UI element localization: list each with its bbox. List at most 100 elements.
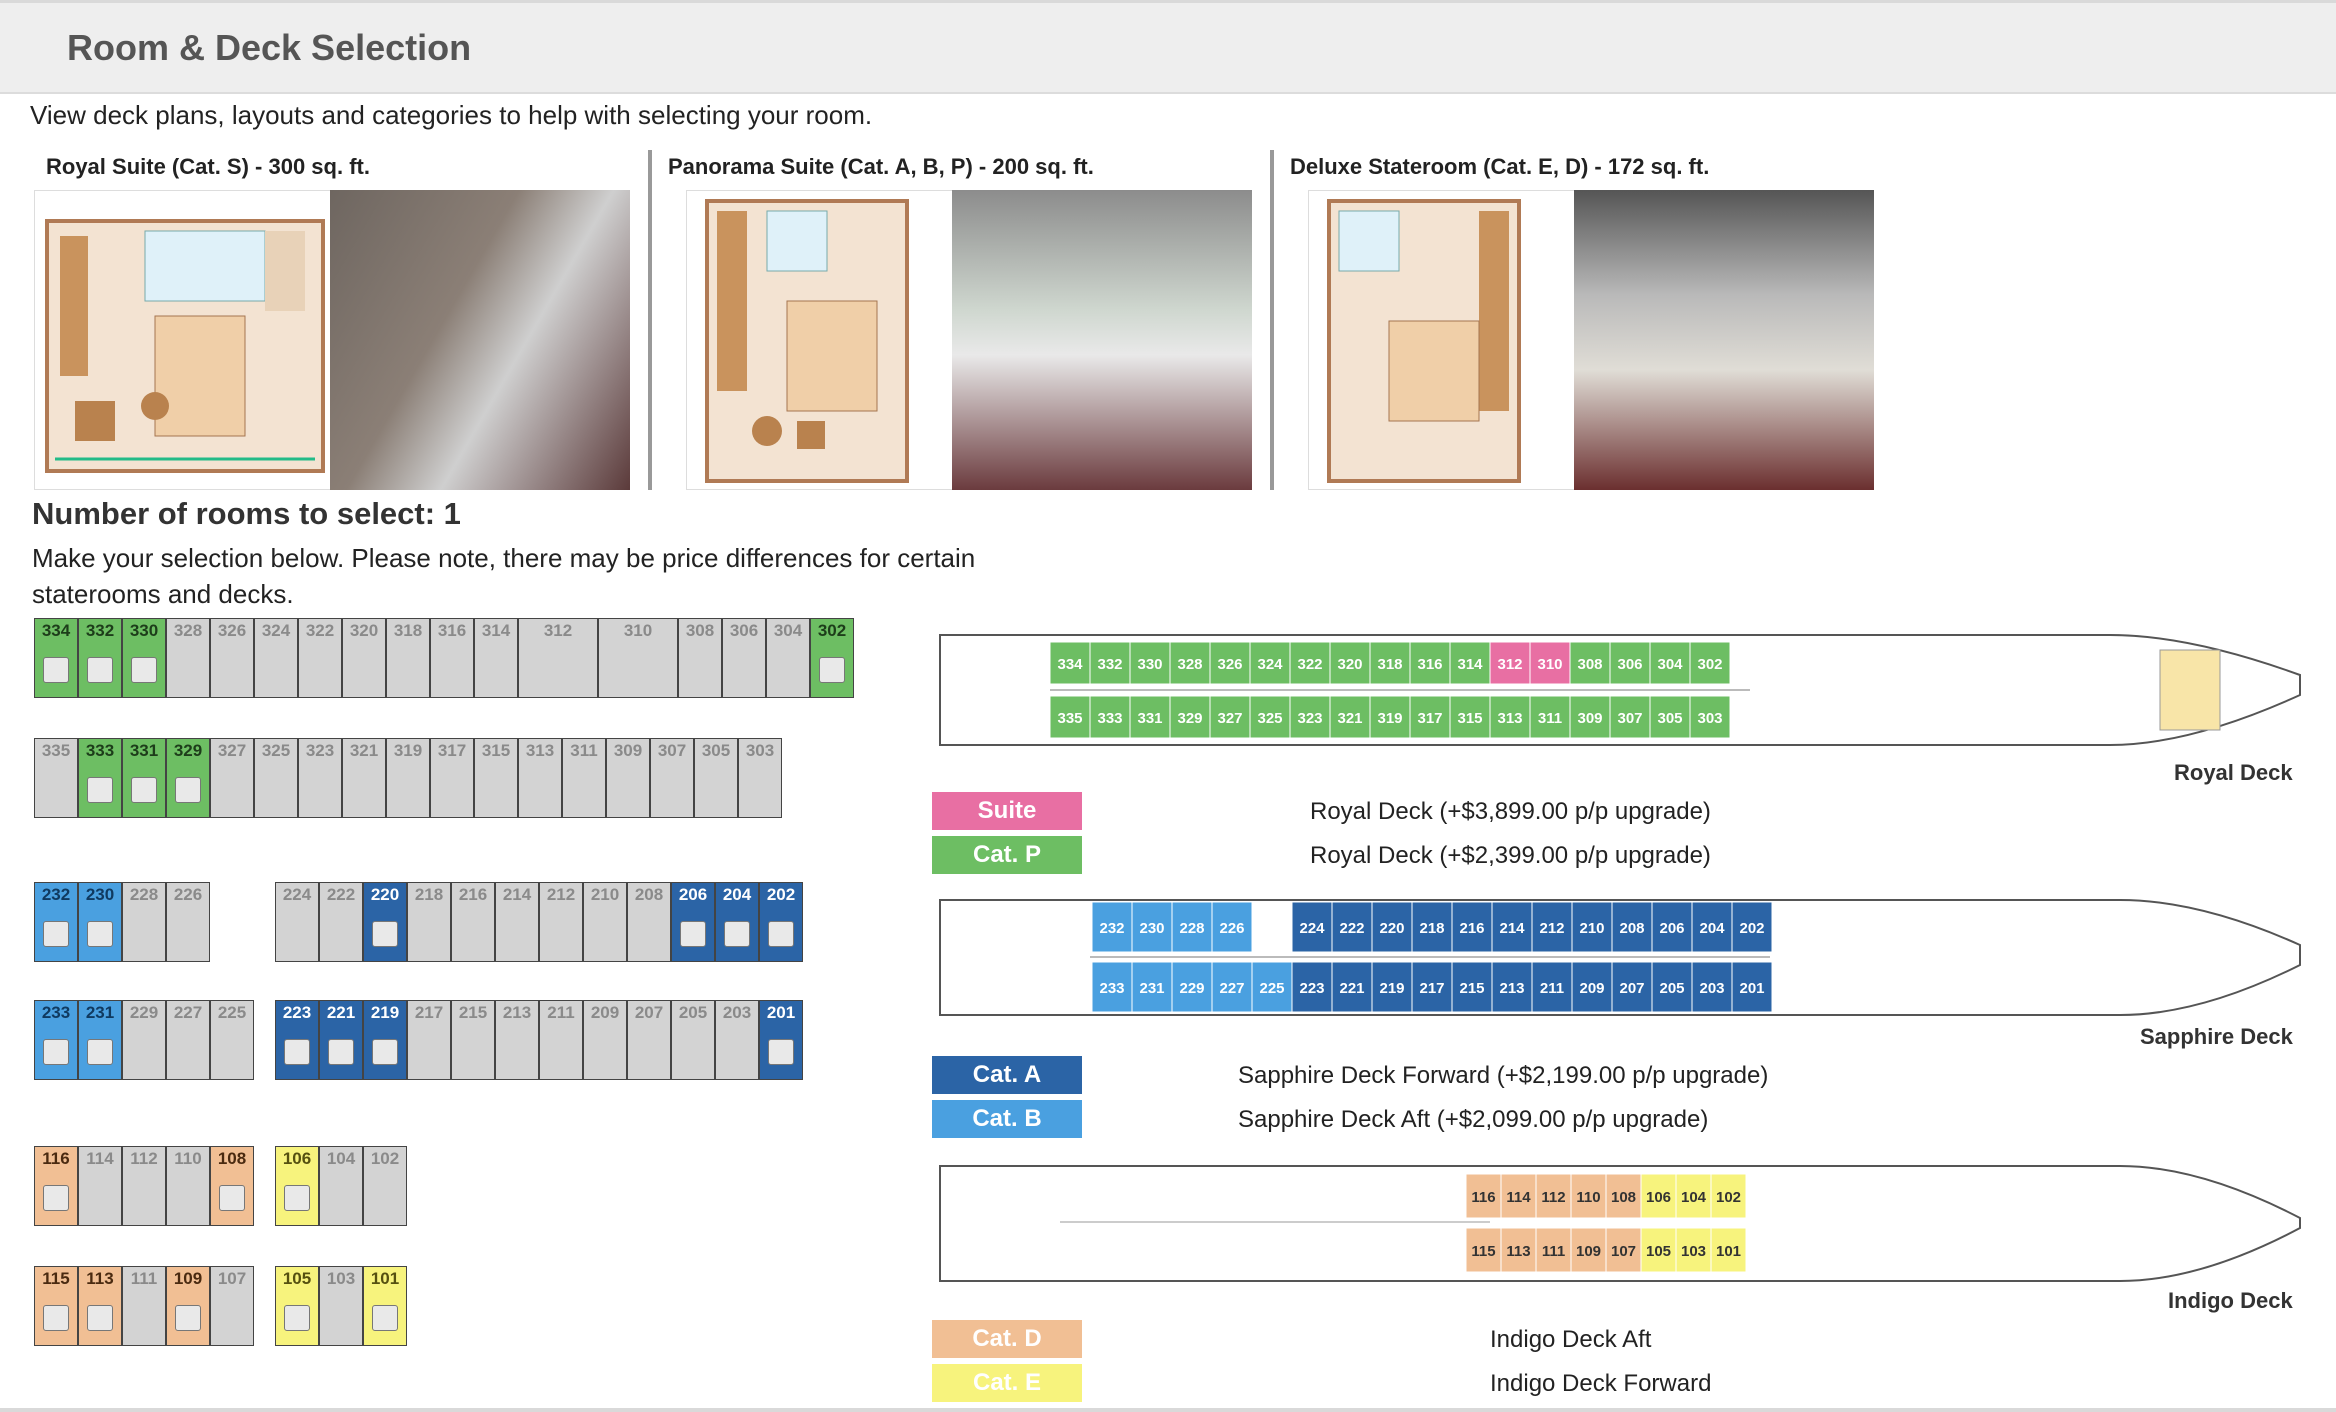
select-checkbox[interactable] (724, 921, 750, 947)
select-checkbox[interactable] (43, 1039, 69, 1065)
cabin-302[interactable]: 302 (810, 618, 854, 698)
select-checkbox[interactable] (219, 1185, 245, 1211)
deck-cabin-number: 203 (1699, 980, 1724, 997)
cabin-231[interactable]: 231 (78, 1000, 122, 1080)
cabin-215: 215 (451, 1000, 495, 1080)
select-checkbox[interactable] (372, 1039, 398, 1065)
cabin-number: 331 (129, 741, 159, 760)
cabin-number: 106 (282, 1149, 312, 1168)
cabin-number: 308 (685, 621, 715, 640)
cabin-number: 102 (370, 1149, 400, 1168)
deck-cabin-number: 309 (1577, 710, 1602, 727)
deck-cabin-number: 112 (1541, 1189, 1565, 1206)
select-checkbox[interactable] (819, 657, 845, 683)
select-checkbox[interactable] (87, 921, 113, 947)
room-royal-suite: Royal Suite (Cat. S) - 300 sq. ft. (32, 150, 652, 490)
select-checkbox[interactable] (43, 657, 69, 683)
cabin-number: 226 (173, 885, 203, 904)
cabin-232[interactable]: 232 (34, 882, 78, 962)
cabin-219[interactable]: 219 (363, 1000, 407, 1080)
cabin-number: 307 (657, 741, 687, 760)
select-checkbox[interactable] (43, 1305, 69, 1331)
cabin-110: 110 (166, 1146, 210, 1226)
deck-cabin-number: 321 (1337, 710, 1362, 727)
cabin-201[interactable]: 201 (759, 1000, 803, 1080)
cabin-108[interactable]: 108 (210, 1146, 254, 1226)
cabin-332[interactable]: 332 (78, 618, 122, 698)
select-checkbox[interactable] (87, 777, 113, 803)
select-checkbox[interactable] (43, 1185, 69, 1211)
select-checkbox[interactable] (87, 1305, 113, 1331)
room-title: Royal Suite (Cat. S) - 300 sq. ft. (46, 154, 370, 179)
deck-cabin-number: 219 (1379, 980, 1404, 997)
cabin-334[interactable]: 334 (34, 618, 78, 698)
cabin-number: 319 (393, 741, 423, 760)
cabin-220[interactable]: 220 (363, 882, 407, 962)
cabin-221[interactable]: 221 (319, 1000, 363, 1080)
floor-plan-image[interactable] (1308, 190, 1608, 490)
select-checkbox[interactable] (680, 921, 706, 947)
select-checkbox[interactable] (43, 921, 69, 947)
floor-plan-image[interactable] (686, 190, 986, 490)
cabin-206[interactable]: 206 (671, 882, 715, 962)
select-checkbox[interactable] (372, 1305, 398, 1331)
cabin-226: 226 (166, 882, 210, 962)
room-photo-image[interactable] (330, 190, 630, 490)
room-photo-image[interactable] (1574, 190, 1874, 490)
cabin-116[interactable]: 116 (34, 1146, 78, 1226)
cabin-number: 228 (129, 885, 159, 904)
floor-plan-image[interactable] (34, 190, 334, 490)
room-photo-image[interactable] (952, 190, 1252, 490)
deck-cabin-number: 225 (1259, 980, 1284, 997)
cabin-109[interactable]: 109 (166, 1266, 210, 1346)
select-checkbox[interactable] (87, 657, 113, 683)
select-checkbox[interactable] (328, 1039, 354, 1065)
cabin-105[interactable]: 105 (275, 1266, 319, 1346)
cabin-204[interactable]: 204 (715, 882, 759, 962)
select-checkbox[interactable] (175, 1305, 201, 1331)
cabin-233[interactable]: 233 (34, 1000, 78, 1080)
cabin-225: 225 (210, 1000, 254, 1080)
cabin-number: 225 (217, 1003, 247, 1022)
cabin-330[interactable]: 330 (122, 618, 166, 698)
cabin-202[interactable]: 202 (759, 882, 803, 962)
deck-cabin-number: 335 (1057, 710, 1082, 727)
cabin-102: 102 (363, 1146, 407, 1226)
cabin-number: 304 (773, 621, 803, 640)
cabin-number: 221 (326, 1003, 356, 1022)
cabin-number: 314 (481, 621, 511, 640)
cabin-306: 306 (722, 618, 766, 698)
select-checkbox[interactable] (87, 1039, 113, 1065)
deck-cabin-number: 110 (1576, 1189, 1600, 1206)
select-checkbox[interactable] (372, 921, 398, 947)
select-checkbox[interactable] (284, 1039, 310, 1065)
cabin-number: 207 (634, 1003, 664, 1022)
cabin-number: 222 (326, 885, 356, 904)
cabin-331[interactable]: 331 (122, 738, 166, 818)
cabin-228: 228 (122, 882, 166, 962)
deck-cabin-number: 230 (1139, 920, 1164, 937)
divider (1270, 150, 1274, 490)
cabin-115[interactable]: 115 (34, 1266, 78, 1346)
select-checkbox[interactable] (131, 777, 157, 803)
select-checkbox[interactable] (284, 1305, 310, 1331)
select-checkbox[interactable] (131, 657, 157, 683)
legend-badge: Suite (932, 792, 1082, 830)
cabin-number: 232 (41, 885, 71, 904)
cabin-number: 112 (130, 1149, 158, 1168)
sapphire-deck-plan: 232 230 228 226 224 222 220 218 216 214 212 210 208 2… (939, 899, 2301, 1016)
cabin-101[interactable]: 101 (363, 1266, 407, 1346)
select-checkbox[interactable] (284, 1185, 310, 1211)
deck-cabin-number: 320 (1337, 656, 1362, 673)
cabin-333[interactable]: 333 (78, 738, 122, 818)
cabin-329[interactable]: 329 (166, 738, 210, 818)
select-checkbox[interactable] (175, 777, 201, 803)
cabin-323: 323 (298, 738, 342, 818)
select-checkbox[interactable] (768, 1039, 794, 1065)
cabin-223[interactable]: 223 (275, 1000, 319, 1080)
cabin-309: 309 (606, 738, 650, 818)
cabin-106[interactable]: 106 (275, 1146, 319, 1226)
cabin-230[interactable]: 230 (78, 882, 122, 962)
cabin-113[interactable]: 113 (78, 1266, 122, 1346)
select-checkbox[interactable] (768, 921, 794, 947)
